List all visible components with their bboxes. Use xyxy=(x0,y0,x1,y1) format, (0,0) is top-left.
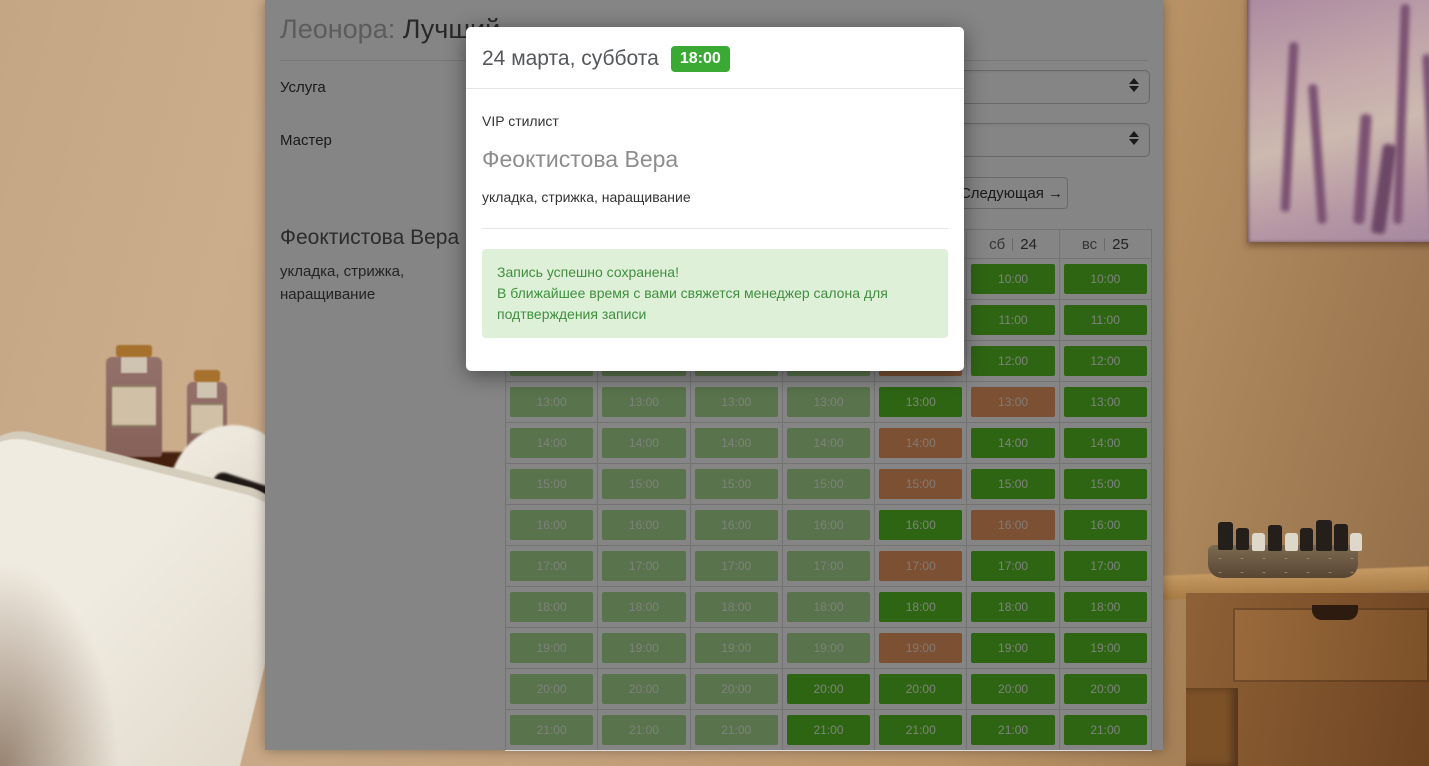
photo-vial-icon xyxy=(1268,525,1282,551)
photo-vial-icon xyxy=(1252,533,1265,551)
photo-vial-icon xyxy=(1218,522,1233,550)
time-badge: 18:00 xyxy=(671,46,730,72)
photo-bottle-icon xyxy=(106,357,162,457)
photo-drawer-handle xyxy=(1312,605,1358,620)
page: Леонора: Лучший Услуга Мастер Следующая … xyxy=(0,0,1429,766)
divider xyxy=(482,228,948,229)
success-line1: Запись успешно сохранена! xyxy=(497,262,933,283)
photo-table-leg xyxy=(1186,688,1238,766)
modal-header: 24 марта, суббота 18:00 xyxy=(466,27,964,89)
photo-vial-icon xyxy=(1350,533,1362,551)
photo-vial-icon xyxy=(1334,524,1348,551)
modal-master-name: Феоктистова Вера xyxy=(482,146,948,173)
master-category: VIP стилист xyxy=(482,113,948,129)
success-line2: В ближайшее время с вами свяжется менедж… xyxy=(497,283,933,325)
success-alert: Запись успешно сохранена! В ближайшее вр… xyxy=(482,249,948,338)
photo-vial-icon xyxy=(1236,528,1249,550)
booking-confirmation-modal: 24 марта, суббота 18:00 VIP стилист Феок… xyxy=(466,27,964,371)
modal-master-services: укладка, стрижка, наращивание xyxy=(482,189,948,205)
photo-vial-icon xyxy=(1316,520,1332,551)
photo-vial-icon xyxy=(1300,528,1313,551)
photo-lavender-picture xyxy=(1247,0,1429,242)
photo-wall-shadow xyxy=(0,560,120,766)
photo-vial-icon xyxy=(1285,533,1298,551)
modal-date: 24 марта, суббота xyxy=(482,47,659,71)
modal-body: VIP стилист Феоктистова Вера укладка, ст… xyxy=(466,89,964,354)
